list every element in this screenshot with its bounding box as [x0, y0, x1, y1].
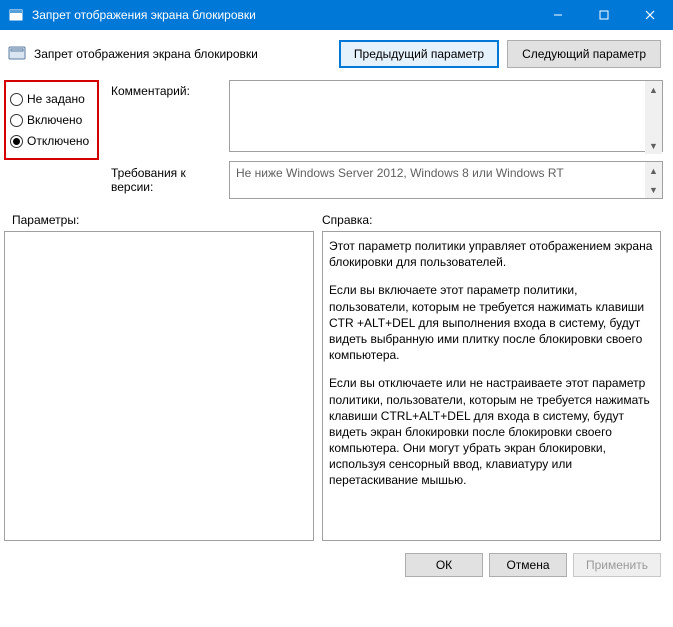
- radio-label: Включено: [27, 113, 82, 127]
- header: Запрет отображения экрана блокировки Пре…: [0, 30, 673, 74]
- radio-not-configured[interactable]: Не задано: [10, 92, 91, 106]
- comment-field-wrap: ▲ ▼: [229, 80, 663, 155]
- help-text: Если вы включаете этот параметр политики…: [329, 282, 654, 363]
- scrollbar[interactable]: ▲ ▼: [645, 81, 662, 154]
- radio-disabled[interactable]: Отключено: [10, 134, 91, 148]
- radio-icon: [10, 135, 23, 148]
- settings-top: Не задано Включено Отключено Комментарий…: [0, 74, 673, 199]
- ok-button[interactable]: ОК: [405, 553, 483, 577]
- requirements-field-wrap: Не ниже Windows Server 2012, Windows 8 и…: [229, 161, 663, 199]
- titlebar: Запрет отображения экрана блокировки: [0, 0, 673, 30]
- state-radio-group: Не задано Включено Отключено: [4, 80, 99, 160]
- next-setting-button[interactable]: Следующий параметр: [507, 40, 661, 68]
- close-button[interactable]: [627, 0, 673, 30]
- radio-icon: [10, 93, 23, 106]
- parameters-panel: [4, 231, 314, 541]
- comment-input[interactable]: [229, 80, 663, 152]
- scrollbar[interactable]: ▲ ▼: [645, 162, 662, 198]
- field-labels: Комментарий: Требования к версии:: [99, 78, 229, 199]
- scroll-up-icon: ▲: [645, 81, 662, 98]
- app-icon: [8, 7, 24, 23]
- dialog-footer: ОК Отмена Применить: [0, 541, 673, 589]
- radio-icon: [10, 114, 23, 127]
- comment-label: Комментарий:: [111, 84, 225, 98]
- help-panel: Этот параметр политики управляет отображ…: [322, 231, 661, 541]
- scroll-down-icon: ▼: [645, 181, 662, 198]
- radio-label: Не задано: [27, 92, 85, 106]
- previous-setting-button[interactable]: Предыдущий параметр: [339, 40, 499, 68]
- window-title: Запрет отображения экрана блокировки: [32, 8, 535, 22]
- minimize-button[interactable]: [535, 0, 581, 30]
- radio-enabled[interactable]: Включено: [10, 113, 91, 127]
- radio-label: Отключено: [27, 134, 89, 148]
- policy-icon: [8, 45, 26, 63]
- mid-labels: Параметры: Справка:: [0, 199, 673, 231]
- apply-button[interactable]: Применить: [573, 553, 661, 577]
- field-values: ▲ ▼ Не ниже Windows Server 2012, Windows…: [229, 78, 663, 199]
- help-label: Справка:: [322, 213, 372, 227]
- help-text: Этот параметр политики управляет отображ…: [329, 238, 654, 270]
- requirements-label: Требования к версии:: [111, 166, 225, 194]
- maximize-button[interactable]: [581, 0, 627, 30]
- parameters-label: Параметры:: [12, 213, 322, 227]
- help-text: Если вы отключаете или не настраиваете э…: [329, 375, 654, 488]
- policy-title: Запрет отображения экрана блокировки: [34, 47, 331, 61]
- scroll-down-icon: ▼: [645, 137, 662, 154]
- cancel-button[interactable]: Отмена: [489, 553, 567, 577]
- requirements-value: Не ниже Windows Server 2012, Windows 8 и…: [229, 161, 663, 199]
- scroll-up-icon: ▲: [645, 162, 662, 179]
- window-controls: [535, 0, 673, 30]
- lower-panels: Этот параметр политики управляет отображ…: [0, 231, 673, 541]
